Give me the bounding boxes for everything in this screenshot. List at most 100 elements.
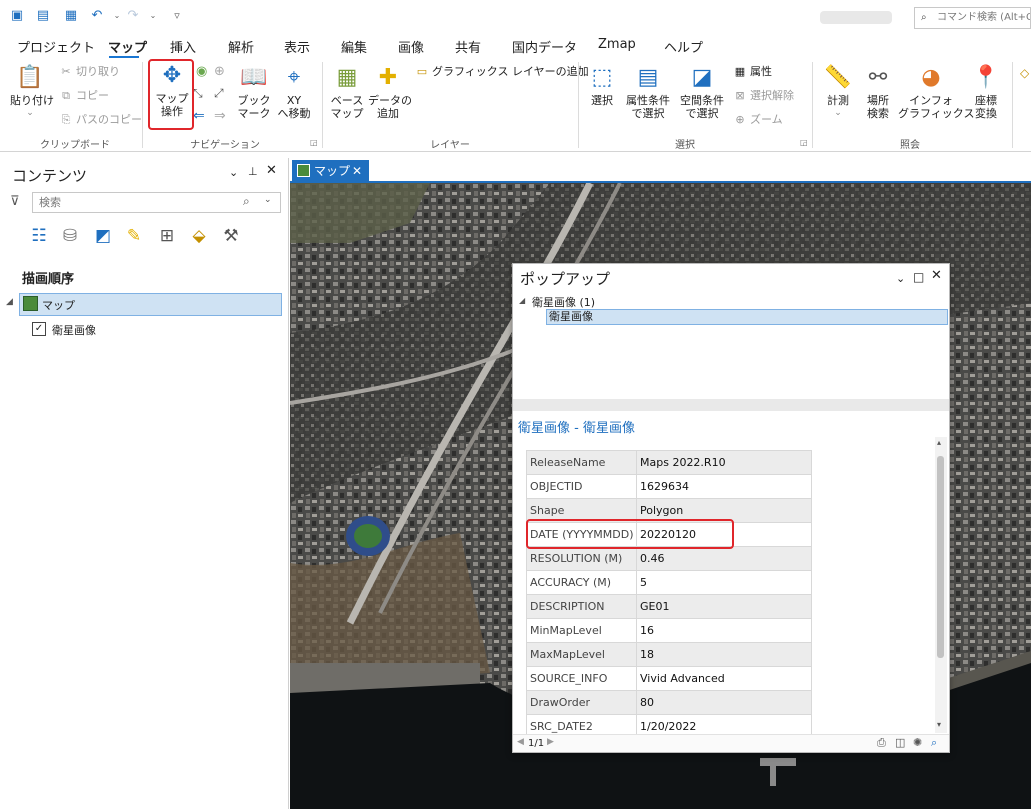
tab-7[interactable]: 共有	[455, 37, 481, 56]
field-value: Maps 2022.R10	[636, 450, 812, 475]
popup-tree-child-selected[interactable]: 衛星画像	[546, 309, 948, 325]
map-item-label: マップ	[42, 299, 75, 312]
add-data-button[interactable]: ✚ データの 追加	[368, 64, 412, 120]
tab-4[interactable]: 表示	[284, 37, 310, 56]
list-by-labeling-icon[interactable]: ⬙	[186, 224, 212, 248]
overflow-tool-icon[interactable]: ◇	[1020, 66, 1029, 80]
close-icon[interactable]: ✕	[352, 160, 362, 183]
field-value: 80	[636, 690, 812, 715]
tab-8[interactable]: 国内データ	[512, 37, 577, 56]
locate-button[interactable]: ⚯ 場所 検索	[858, 64, 898, 120]
copy-path-button[interactable]: ⎘ パスのコピー	[58, 112, 142, 128]
go-to-xy-button[interactable]: ⌖ XY へ移動	[276, 64, 312, 120]
fixed-zoom-out-icon[interactable]: ⤡	[193, 86, 203, 101]
close-icon[interactable]: ✕	[931, 268, 942, 283]
collapse-icon[interactable]: ◢	[519, 296, 525, 305]
infographics-button[interactable]: ◕ インフォ グラフィックス	[898, 64, 974, 120]
layer-visibility-checkbox[interactable]: ✓	[32, 322, 46, 336]
zoom-extent-icon[interactable]: ⤢	[214, 86, 224, 101]
full-extent-icon[interactable]: ◉	[196, 64, 207, 79]
search-options-icon[interactable]: ⌄	[264, 195, 272, 205]
zoom-to-selection-icon: ⊕	[735, 113, 745, 126]
tab-0[interactable]: プロジェクト	[17, 37, 95, 56]
maximize-icon[interactable]: □	[913, 270, 924, 284]
add-graphics-layer-button[interactable]: ▭ グラフィックス レイヤーの追加	[414, 64, 589, 80]
customize-icon[interactable]: ▿	[168, 8, 186, 24]
list-by-perspective-icon[interactable]: ⚒	[218, 224, 244, 248]
pin-icon[interactable]: ⊥	[248, 165, 258, 178]
pane-menu-icon[interactable]: ⌄	[229, 166, 238, 179]
field-name: DESCRIPTION	[526, 594, 637, 619]
popup-menu-icon[interactable]: ⌄	[896, 272, 905, 285]
tab-10[interactable]: ヘルプ	[664, 37, 703, 56]
copy-path-icon: ⎘	[61, 113, 71, 126]
bookmark-icon: 📖	[240, 65, 268, 90]
previous-icon[interactable]: ◀	[517, 737, 524, 747]
list-by-selection-icon[interactable]: ◩	[90, 224, 116, 248]
map-tree-item[interactable]: マップ	[19, 293, 282, 316]
measure-button[interactable]: 📏 計測 ⌄	[818, 64, 858, 120]
popup-tree-parent[interactable]: 衛星画像 (1)	[532, 294, 595, 310]
new-project-icon[interactable]: ▣	[8, 8, 26, 24]
zoom-to-icon[interactable]: ◫	[895, 736, 905, 749]
tab-map[interactable]: マップ ✕	[292, 160, 369, 183]
scroll-up-icon[interactable]: ▴	[937, 438, 941, 447]
dialog-launcher-icon[interactable]: ◲	[310, 138, 318, 147]
table-row: DrawOrder 80	[526, 690, 812, 715]
attributes-button[interactable]: ▦ 属性	[732, 64, 772, 80]
select-button[interactable]: ⬚ 選択	[586, 64, 618, 107]
user-account-blurred[interactable]	[820, 11, 892, 24]
dialog-launcher-icon[interactable]: ◲	[800, 138, 808, 147]
save-project-icon[interactable]: ▦	[62, 8, 80, 24]
list-by-editing-icon[interactable]: ✎	[121, 224, 147, 248]
clear-selection-button[interactable]: ⊠ 選択解除	[732, 88, 794, 104]
zoom-to-selection-button[interactable]: ⊕ ズーム	[732, 112, 782, 128]
bookmarks-button[interactable]: 📖 ブック マーク	[234, 64, 274, 120]
list-by-drawing-order-icon[interactable]: ☷	[26, 224, 52, 248]
tab-9[interactable]: Zmap	[598, 37, 636, 52]
select-by-attributes-button[interactable]: ▤ 属性条件 で選択	[622, 64, 674, 120]
print-icon[interactable]: ⎙	[877, 736, 886, 750]
tab-6[interactable]: 画像	[398, 37, 424, 56]
scroll-down-icon[interactable]: ▾	[937, 720, 941, 729]
collapse-icon[interactable]: ◢	[6, 297, 13, 307]
group-separator	[1012, 62, 1013, 148]
convert-coordinates-button[interactable]: 📍 座標 変換	[968, 64, 1004, 120]
field-name: DrawOrder	[526, 690, 637, 715]
basemap-button[interactable]: ▦ ベース マップ	[328, 64, 366, 120]
command-search-input[interactable]: ⌕ コマンド検索 (Alt+Q)	[914, 7, 1031, 29]
open-project-icon[interactable]: ▤	[34, 8, 52, 24]
popup-divider[interactable]	[513, 399, 949, 411]
next-extent-icon[interactable]: ⇒	[214, 108, 226, 124]
cut-button[interactable]: ✂ 切り取り	[58, 64, 120, 80]
measure-dropdown-icon: ⌄	[834, 108, 842, 118]
zoom-icon[interactable]: ⌕	[931, 736, 937, 750]
tab-5[interactable]: 編集	[341, 37, 367, 56]
undo-icon[interactable]: ↶	[88, 8, 106, 24]
group-separator	[578, 62, 579, 148]
close-icon[interactable]: ✕	[266, 163, 277, 178]
tab-1[interactable]: マップ	[108, 37, 147, 56]
fixed-zoom-in-icon[interactable]: ⊕	[214, 64, 225, 79]
redo-dropdown-icon[interactable]: ⌄	[144, 8, 162, 24]
paste-button[interactable]: 📋 貼り付け ⌄	[10, 64, 54, 120]
copy-button[interactable]: ⧉ コピー	[58, 88, 109, 104]
popup-scrollbar-thumb[interactable]	[937, 456, 944, 658]
paste-icon: 📋	[16, 65, 44, 90]
select-by-location-button[interactable]: ◪ 空間条件 で選択	[676, 64, 728, 120]
layer-item-label[interactable]: 衛星画像	[52, 322, 96, 338]
filter-icon[interactable]: ⊽	[10, 194, 20, 209]
list-by-snapping-icon[interactable]: ⊞	[154, 224, 180, 248]
date-field-highlight	[526, 519, 734, 549]
search-icon: ⌕	[243, 194, 250, 208]
tab-3[interactable]: 解析	[228, 37, 254, 56]
table-row: ReleaseName Maps 2022.R10	[526, 450, 812, 475]
tab-2[interactable]: 挿入	[170, 37, 196, 56]
table-row: RESOLUTION (M) 0.46	[526, 546, 812, 571]
contents-title: コンテンツ	[12, 167, 88, 185]
list-by-data-source-icon[interactable]: ⛁	[57, 224, 83, 248]
redo-icon[interactable]: ↷	[124, 8, 142, 24]
previous-extent-icon[interactable]: ⇐	[193, 108, 205, 124]
flash-icon[interactable]: ✺	[913, 736, 922, 749]
next-icon[interactable]: ▶	[547, 737, 554, 747]
